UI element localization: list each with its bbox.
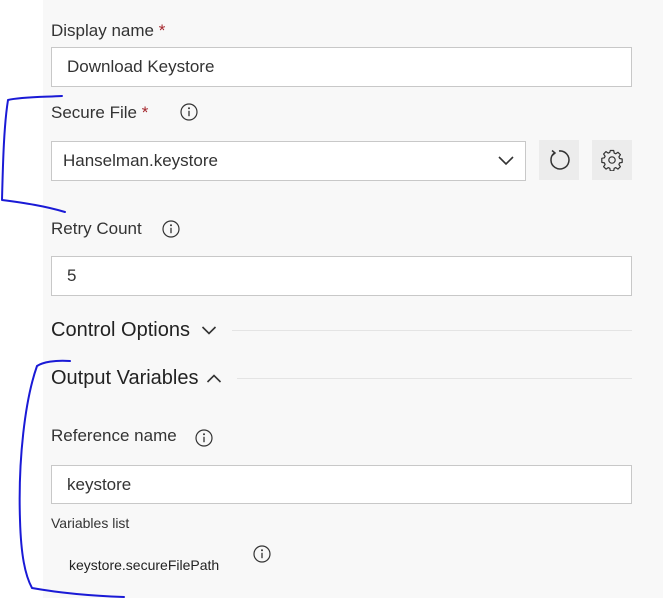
- variable-item: keystore.secureFilePath: [69, 557, 219, 573]
- reference-name-input[interactable]: keystore: [51, 465, 632, 504]
- retry-count-value: 5: [67, 266, 77, 285]
- chevron-down-icon[interactable]: [201, 325, 217, 336]
- secure-file-dropdown[interactable]: Hanselman.keystore: [51, 141, 526, 181]
- reference-name-label-text: Reference name: [51, 426, 177, 445]
- control-options-title: Control Options: [51, 319, 190, 341]
- reference-name-label: Reference name: [51, 426, 177, 446]
- section-divider: [232, 330, 632, 331]
- chevron-down-icon[interactable]: [497, 154, 515, 166]
- required-marker: *: [158, 21, 166, 40]
- refresh-icon: [550, 149, 570, 170]
- section-divider: [237, 378, 632, 379]
- info-icon[interactable]: [253, 545, 271, 563]
- info-icon[interactable]: [162, 220, 180, 238]
- info-icon[interactable]: [180, 103, 198, 121]
- control-options-header[interactable]: Control Options: [51, 319, 190, 342]
- display-name-value: Download Keystore: [67, 57, 215, 76]
- output-variables-header[interactable]: Output Variables: [51, 367, 199, 390]
- display-name-label: Display name *: [51, 21, 165, 41]
- chevron-up-icon[interactable]: [206, 373, 222, 384]
- secure-file-label-text: Secure File: [51, 103, 137, 122]
- secure-file-selected-value: Hanselman.keystore: [63, 151, 218, 170]
- manage-settings-button[interactable]: [592, 140, 632, 180]
- secure-file-label: Secure File *: [51, 103, 148, 123]
- display-name-input[interactable]: Download Keystore: [51, 47, 632, 87]
- output-variables-title: Output Variables: [51, 367, 199, 389]
- display-name-label-text: Display name: [51, 21, 154, 40]
- retry-count-label-text: Retry Count: [51, 219, 142, 238]
- task-settings-panel: Display name * Download Keystore Secure …: [43, 0, 663, 598]
- reference-name-value: keystore: [67, 474, 132, 494]
- variables-list-label: Variables list: [51, 515, 129, 531]
- variables-list-label-text: Variables list: [51, 515, 130, 531]
- info-icon[interactable]: [195, 429, 213, 447]
- retry-count-input[interactable]: 5: [51, 256, 632, 296]
- required-marker: *: [141, 103, 149, 122]
- gear-icon: [601, 149, 623, 171]
- variable-item-text: keystore.secureFilePath: [69, 557, 220, 573]
- refresh-button[interactable]: [539, 140, 579, 180]
- retry-count-label: Retry Count: [51, 219, 142, 239]
